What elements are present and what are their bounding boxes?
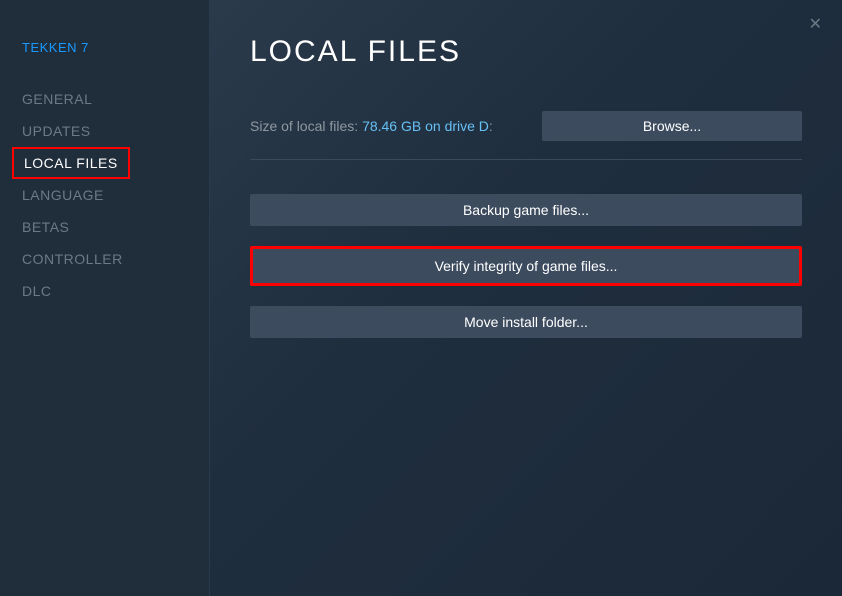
sidebar-item-local-files[interactable]: LOCAL FILES: [12, 147, 130, 179]
close-button[interactable]: ✕: [805, 10, 826, 38]
backup-button[interactable]: Backup game files...: [250, 194, 802, 226]
size-colon: :: [489, 118, 493, 134]
properties-window: TEKKEN 7 GENERAL UPDATES LOCAL FILES LAN…: [0, 0, 842, 596]
sidebar-item-controller[interactable]: CONTROLLER: [22, 243, 123, 275]
game-title: TEKKEN 7: [22, 40, 209, 55]
sidebar-item-betas[interactable]: BETAS: [22, 211, 69, 243]
sidebar-nav: GENERAL UPDATES LOCAL FILES LANGUAGE BET…: [22, 83, 209, 307]
sidebar: TEKKEN 7 GENERAL UPDATES LOCAL FILES LAN…: [0, 0, 210, 596]
browse-button[interactable]: Browse...: [542, 111, 802, 141]
action-buttons: Backup game files... Verify integrity of…: [250, 194, 802, 338]
page-title: LOCAL FILES: [250, 35, 802, 69]
close-icon: ✕: [809, 16, 822, 33]
move-button[interactable]: Move install folder...: [250, 306, 802, 338]
sidebar-item-language[interactable]: LANGUAGE: [22, 179, 104, 211]
size-value: 78.46 GB on drive D: [362, 118, 489, 134]
main-panel: ✕ LOCAL FILES Size of local files: 78.46…: [210, 0, 842, 596]
divider: [250, 159, 802, 160]
sidebar-item-general[interactable]: GENERAL: [22, 83, 92, 115]
size-info-text: Size of local files: 78.46 GB on drive D…: [250, 118, 493, 134]
size-info-row: Size of local files: 78.46 GB on drive D…: [250, 111, 802, 141]
sidebar-item-dlc[interactable]: DLC: [22, 275, 52, 307]
sidebar-item-updates[interactable]: UPDATES: [22, 115, 91, 147]
verify-button[interactable]: Verify integrity of game files...: [250, 246, 802, 286]
size-label: Size of local files:: [250, 118, 362, 134]
